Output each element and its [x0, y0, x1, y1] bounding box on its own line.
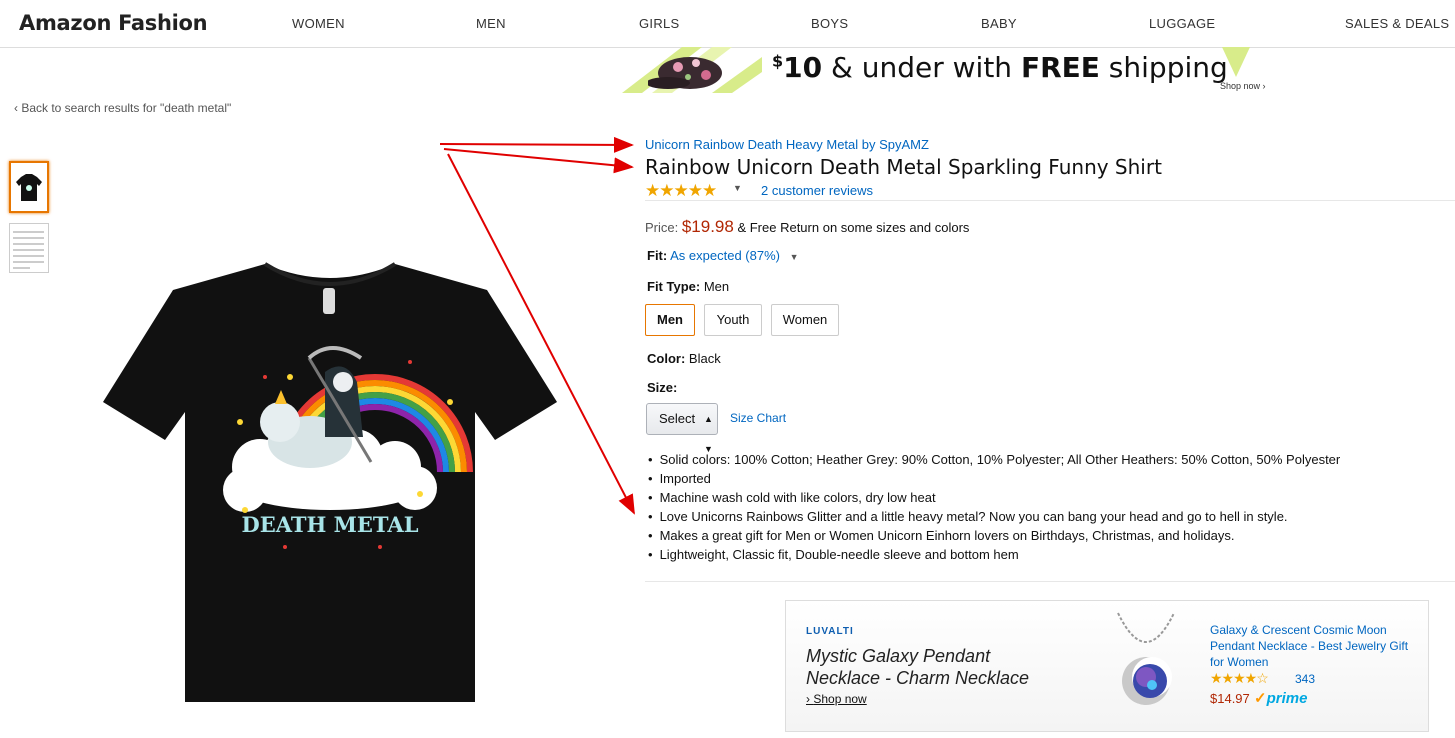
list-item: Machine wash cold with like colors, dry …	[648, 489, 1340, 508]
color-label: Color:	[647, 351, 686, 366]
back-to-results-link[interactable]: ‹ Back to search results for "death meta…	[14, 101, 231, 115]
fit-type-row: Fit Type: Men	[647, 279, 729, 294]
ad-price: $14.97	[1210, 691, 1250, 706]
price-label: Price:	[645, 220, 682, 235]
ad-brand[interactable]: LUVALTI	[806, 626, 854, 637]
fit-row: Fit: As expected (87%) ▼	[647, 248, 799, 263]
price-note: & Free Return on some sizes and colors	[733, 220, 970, 235]
divider	[645, 581, 1455, 582]
fit-chevron-down-icon[interactable]: ▼	[790, 252, 799, 262]
feature-bullets: Solid colors: 100% Cotton; Heather Grey:…	[648, 451, 1341, 565]
fit-option-men[interactable]: Men	[645, 304, 695, 336]
color-row: Color: Black	[647, 351, 721, 366]
banner-headline: $10 & under with FREE shipping	[772, 51, 1228, 84]
prime-badge-icon: ✓prime	[1254, 690, 1308, 707]
shirt-tag	[323, 288, 335, 314]
divider	[645, 200, 1455, 201]
fit-type-label: Fit Type:	[647, 279, 701, 294]
list-item: Love Unicorns Rainbows Glitter and a lit…	[648, 508, 1340, 527]
ad-headline[interactable]: Mystic Galaxy Pendant Necklace - Charm N…	[806, 645, 1066, 689]
price-row: Price: $19.98 & Free Return on some size…	[645, 217, 969, 237]
ad-review-count[interactable]: 343	[1295, 672, 1315, 686]
ad-rating-stars-icon[interactable]: ★★★★☆	[1210, 670, 1269, 687]
ad-product-title-link[interactable]: Galaxy & Crescent Cosmic Moon Pendant Ne…	[1210, 622, 1410, 670]
product-title: Rainbow Unicorn Death Metal Sparkling Fu…	[645, 155, 1162, 179]
nav-men[interactable]: MEN	[476, 16, 506, 31]
size-select[interactable]: Select ▲ ▼	[646, 403, 718, 454]
top-nav-bar: Amazon Fashion WOMEN MEN GIRLS BOYS BABY…	[0, 0, 1455, 48]
nav-luggage[interactable]: LUGGAGE	[1149, 16, 1215, 31]
cap-image	[648, 57, 722, 89]
nav-women[interactable]: WOMEN	[292, 16, 345, 31]
price-value: $19.98	[681, 217, 734, 236]
arrow-to-byline	[439, 136, 634, 153]
fit-label: Fit:	[647, 248, 668, 263]
ad-shop-now-link[interactable]: › Shop now	[806, 692, 867, 706]
thumbnail-size-chart[interactable]	[9, 223, 49, 273]
thumbnail-shirt[interactable]	[9, 161, 49, 213]
nav-girls[interactable]: GIRLS	[639, 16, 680, 31]
color-value: Black	[688, 351, 721, 366]
promo-banner[interactable]: $10 & under with FREE shipping Shop now …	[622, 47, 1282, 93]
fit-option-youth[interactable]: Youth	[704, 304, 762, 336]
product-main-image[interactable]: DEATH METAL	[95, 262, 565, 707]
banner-shop-now-link[interactable]: Shop now ›	[1220, 81, 1266, 91]
brand-byline-link[interactable]: Unicorn Rainbow Death Heavy Metal by Spy…	[645, 137, 929, 152]
rating-stars-icon[interactable]: ★★★★★	[645, 181, 717, 201]
customer-reviews-link[interactable]: 2 customer reviews	[761, 183, 873, 198]
arrow-to-title	[443, 148, 634, 174]
size-chart-thumbnail-icon	[13, 231, 44, 269]
nav-boys[interactable]: BOYS	[811, 16, 848, 31]
fit-option-women[interactable]: Women	[771, 304, 839, 336]
size-select-value: Select	[659, 411, 696, 426]
shirt-thumbnail-icon	[16, 174, 42, 201]
size-label: Size:	[647, 380, 678, 395]
list-item: Imported	[648, 470, 1340, 489]
nav-baby[interactable]: BABY	[981, 16, 1017, 31]
nav-sales-deals[interactable]: SALES & DEALS	[1345, 16, 1449, 31]
fit-value-link[interactable]: As expected (87%)	[670, 248, 780, 263]
sponsored-ad[interactable]: LUVALTI Mystic Galaxy Pendant Necklace -…	[785, 600, 1429, 732]
list-item: Makes a great gift for Men or Women Unic…	[648, 527, 1340, 546]
fit-type-value: Men	[703, 279, 730, 294]
list-item: Solid colors: 100% Cotton; Heather Grey:…	[648, 451, 1341, 470]
rating-chevron-down-icon[interactable]: ▼	[733, 183, 742, 193]
list-item: Lightweight, Classic fit, Double-needle …	[648, 546, 1340, 565]
size-chart-link[interactable]: Size Chart	[730, 411, 786, 425]
brand-logo[interactable]: Amazon Fashion	[19, 11, 208, 35]
necklace-image[interactable]	[1106, 611, 1186, 723]
shirt-print-text: DEATH METAL	[242, 512, 419, 537]
